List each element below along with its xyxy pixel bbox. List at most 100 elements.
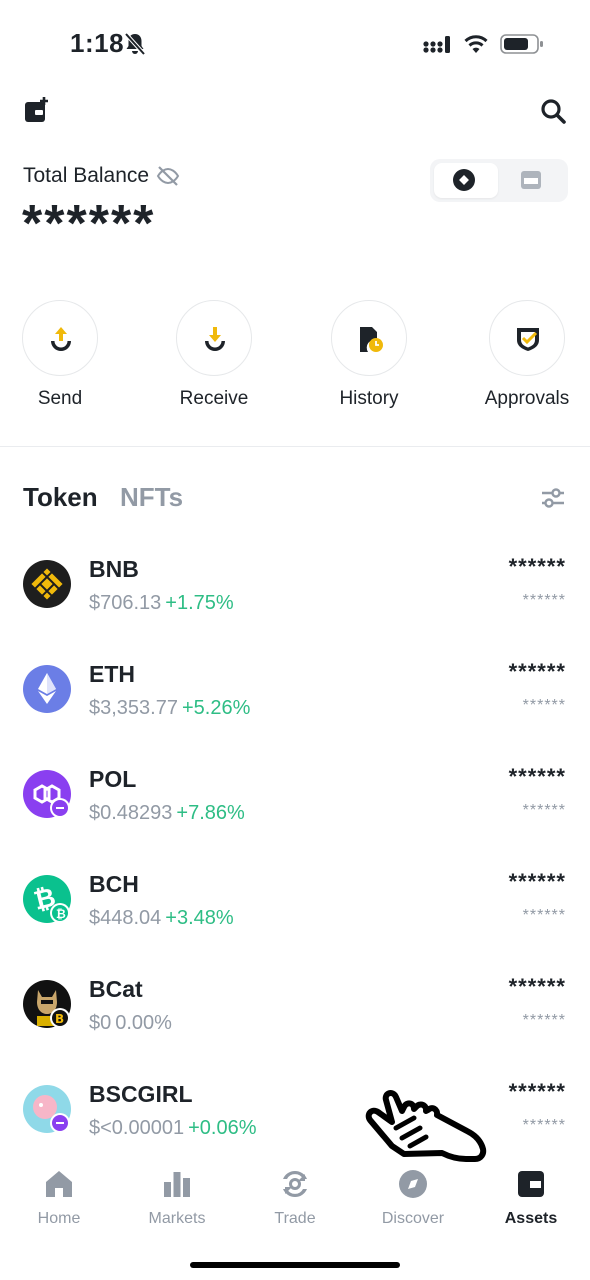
token-value: ****** — [522, 697, 566, 714]
token-amount: ****** — [508, 869, 566, 894]
nav-assets-label: Assets — [504, 1210, 558, 1227]
search-icon[interactable] — [540, 98, 566, 124]
token-symbol: POL — [89, 766, 137, 792]
token-price: $706.13 — [89, 592, 162, 614]
token-price: $0.48293 — [89, 802, 173, 824]
token-price-line: $3,353.77 +5.26% — [89, 697, 250, 720]
tab-token[interactable]: Token — [23, 482, 98, 513]
token-row-bcat[interactable]: B BCat $0 0.00% ****** ****** — [0, 960, 590, 1065]
eth-logo-icon — [23, 665, 71, 713]
wifi-icon — [464, 35, 488, 53]
send-label: Send — [37, 388, 83, 409]
history-button[interactable]: History — [309, 300, 429, 410]
token-symbol: ETH — [89, 661, 135, 687]
token-change: +1.75% — [165, 592, 234, 614]
token-value: ****** — [522, 1012, 566, 1029]
send-button-circle[interactable] — [22, 300, 98, 376]
receive-label: Receive — [179, 388, 249, 409]
token-price-line: $0 0.00% — [89, 1012, 172, 1035]
token-change: +5.26% — [181, 697, 251, 719]
nav-trade-label: Trade — [274, 1210, 316, 1227]
eye-off-icon[interactable] — [156, 165, 180, 187]
nav-markets[interactable]: Markets — [118, 1168, 236, 1228]
bcat-logo-icon: B — [23, 980, 71, 1028]
status-time: 1:18 — [70, 28, 125, 58]
nav-discover-label: Discover — [381, 1210, 445, 1227]
token-price: $0 — [89, 1012, 112, 1034]
token-price-line: $448.04 +3.48% — [89, 907, 234, 930]
home-indicator — [190, 1262, 400, 1268]
history-button-circle[interactable] — [331, 300, 407, 376]
token-row-bscgirl[interactable]: BSCGIRL $<0.00001 +0.06% ****** ****** — [0, 1065, 590, 1170]
total-balance-label: Total Balance — [23, 164, 150, 187]
nav-home-label: Home — [37, 1210, 81, 1227]
token-symbol: BSCGIRL — [89, 1081, 193, 1107]
token-row-bnb[interactable]: BNB $706.13 +1.75% ****** ****** — [0, 540, 590, 645]
receive-button-circle[interactable] — [176, 300, 252, 376]
filter-settings-icon[interactable] — [540, 486, 566, 510]
token-price: $448.04 — [89, 907, 162, 929]
nav-assets[interactable]: Assets — [472, 1168, 590, 1228]
receive-icon — [205, 327, 225, 351]
svg-text:B: B — [55, 1012, 64, 1026]
send-icon — [51, 327, 71, 351]
wallet-view-icon[interactable] — [520, 169, 542, 191]
history-icon — [360, 327, 383, 352]
signal-icon — [423, 36, 450, 53]
approvals-label: Approvals — [484, 388, 570, 409]
token-value: ****** — [522, 1117, 566, 1134]
quick-actions: Send Receive History Approvals — [0, 300, 590, 420]
home-icon — [46, 1171, 72, 1197]
total-balance-value: ****** — [22, 195, 156, 253]
token-amount: ****** — [508, 1079, 566, 1104]
token-view-icon[interactable] — [452, 168, 476, 192]
markets-icon — [164, 1172, 190, 1197]
token-symbol: BNB — [89, 556, 139, 582]
token-symbol: BCat — [89, 976, 143, 1002]
section-divider — [0, 446, 590, 447]
send-button[interactable]: Send — [0, 300, 120, 410]
battery-icon — [500, 34, 543, 54]
token-change: +7.86% — [176, 802, 245, 824]
token-symbol: BCH — [89, 871, 139, 897]
svg-text:₿: ₿ — [56, 907, 66, 921]
approvals-button-circle[interactable] — [489, 300, 565, 376]
token-row-eth[interactable]: ETH $3,353.77 +5.26% ****** ****** — [0, 645, 590, 750]
nav-trade[interactable]: Trade — [236, 1168, 354, 1228]
bch-logo-icon: ₿ ₿ — [23, 875, 71, 923]
nav-markets-label: Markets — [148, 1210, 206, 1227]
token-row-pol[interactable]: POL $0.48293 +7.86% ****** ****** — [0, 750, 590, 855]
token-price: $3,353.77 — [89, 697, 178, 719]
wallet-add-icon[interactable] — [24, 96, 50, 124]
token-amount: ****** — [508, 554, 566, 579]
receive-button[interactable]: Receive — [154, 300, 274, 410]
bnb-logo-icon — [23, 560, 71, 608]
nav-home[interactable]: Home — [0, 1168, 118, 1228]
assets-icon — [518, 1171, 544, 1197]
token-amount: ****** — [508, 659, 566, 684]
view-toggle[interactable] — [430, 159, 568, 202]
token-price-line: $<0.00001 +0.06% — [89, 1117, 257, 1140]
token-price: $<0.00001 — [89, 1117, 185, 1139]
bscgirl-logo-icon — [23, 1085, 71, 1133]
pol-logo-icon — [23, 770, 71, 818]
token-value: ****** — [522, 907, 566, 924]
tap-hand-cursor-icon — [365, 1090, 487, 1162]
nav-discover[interactable]: Discover — [354, 1168, 472, 1228]
token-price-line: $706.13 +1.75% — [89, 592, 234, 615]
token-amount: ****** — [508, 764, 566, 789]
token-amount: ****** — [508, 974, 566, 999]
token-price-line: $0.48293 +7.86% — [89, 802, 245, 825]
history-label: History — [339, 388, 399, 409]
approvals-button[interactable]: Approvals — [467, 300, 587, 410]
bell-off-icon — [124, 32, 146, 56]
token-change: +3.48% — [165, 907, 234, 929]
token-value: ****** — [522, 802, 566, 819]
token-row-bch[interactable]: ₿ ₿ BCH $448.04 +3.48% ****** ****** — [0, 855, 590, 960]
token-change: 0.00% — [115, 1012, 172, 1034]
token-change: +0.06% — [188, 1117, 257, 1139]
tab-nfts[interactable]: NFTs — [120, 482, 183, 513]
token-value: ****** — [522, 592, 566, 609]
status-bar: 1:18 — [0, 0, 590, 88]
approvals-icon — [517, 328, 539, 351]
